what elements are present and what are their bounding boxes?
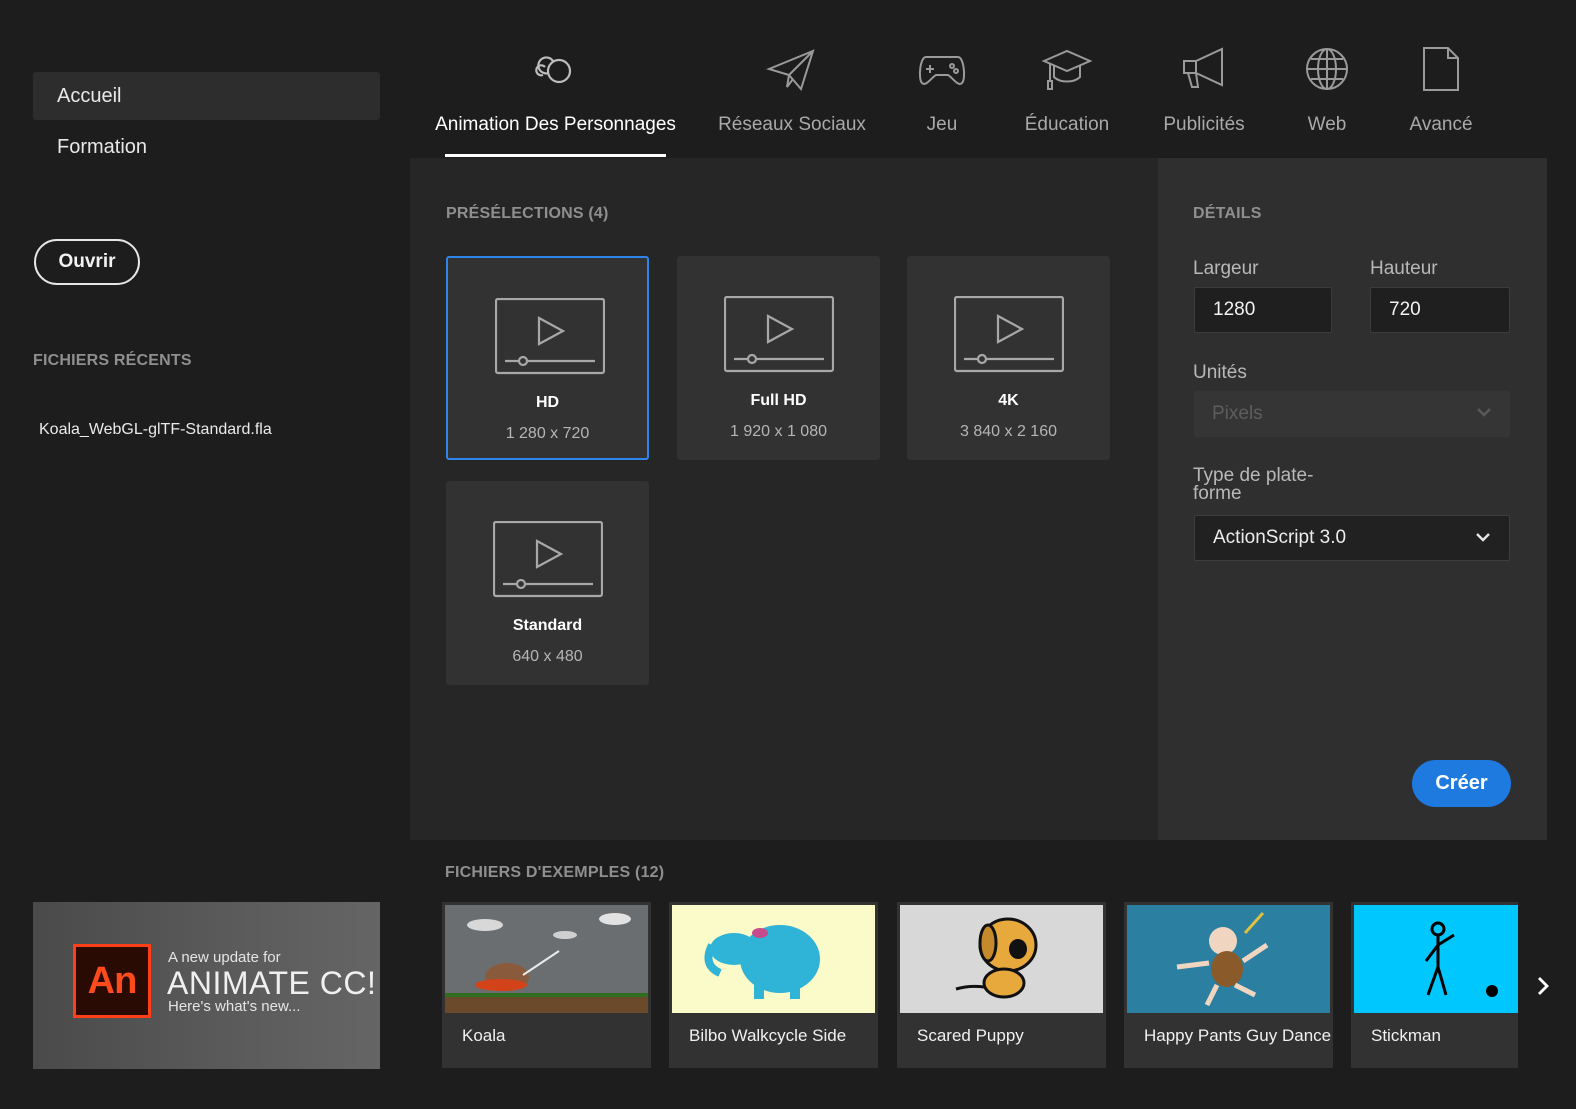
banner-line-2: ANIMATE CC! — [167, 965, 377, 1001]
graduation-cap-icon — [1040, 38, 1094, 100]
sidebar-item-label: Formation — [57, 135, 148, 158]
tab-advanced[interactable]: Avancé — [1405, 38, 1477, 158]
gamepad-icon — [916, 38, 968, 100]
sample-title: Bilbo Walkcycle Side — [689, 1026, 847, 1045]
sample-thumbnail — [1127, 905, 1330, 1013]
banner-line-1: A new update for — [168, 949, 281, 966]
preset-name: HD — [535, 394, 560, 411]
preset-standard[interactable]: Standard 640 x 480 — [446, 481, 649, 685]
create-button-label: Créer — [1435, 772, 1488, 794]
sample-happy-pants-guy[interactable]: Happy Pants Guy Dance — [1124, 902, 1333, 1068]
tab-social[interactable]: Réseaux Sociaux — [718, 38, 866, 158]
preset-name: Full HD — [750, 392, 807, 409]
tab-label: Éducation — [1024, 114, 1110, 135]
tab-label: Web — [1307, 114, 1347, 135]
height-label: Hauteur — [1370, 258, 1438, 279]
sample-title: Koala — [462, 1026, 506, 1045]
presets-heading: PRÉSÉLECTIONS (4) — [446, 205, 609, 222]
tab-label: Publicités — [1163, 114, 1245, 135]
sample-thumbnail — [445, 905, 648, 1013]
tab-label: Jeu — [926, 114, 958, 135]
platform-label-line-2: forme — [1193, 483, 1242, 504]
platform-select[interactable]: ActionScript 3.0 — [1194, 515, 1510, 561]
character-animation-icon — [531, 38, 581, 100]
platform-label: Type de plate- forme — [1193, 466, 1313, 504]
video-preset-icon — [495, 298, 605, 375]
tab-game[interactable]: Jeu — [912, 38, 972, 158]
sample-koala[interactable]: Koala — [442, 902, 651, 1068]
recent-files-heading: FICHIERS RÉCENTS — [33, 352, 192, 369]
recent-file-link[interactable]: Koala_WebGL-glTF-Standard.fla — [39, 421, 272, 439]
chevron-right-icon[interactable] — [1533, 972, 1553, 1000]
platform-value: ActionScript 3.0 — [1213, 527, 1347, 548]
units-select[interactable]: Pixels — [1194, 391, 1510, 437]
tab-character-animation[interactable]: Animation Des Personnages — [435, 38, 676, 158]
width-label: Largeur — [1193, 258, 1259, 279]
sidebar-item-accueil[interactable]: Accueil — [33, 72, 380, 120]
samples-heading: FICHIERS D'EXEMPLES (12) — [445, 864, 665, 881]
tab-label: Avancé — [1409, 114, 1473, 135]
sample-thumbnail — [1354, 905, 1518, 1013]
open-button-label: Ouvrir — [58, 251, 116, 272]
preset-full-hd[interactable]: Full HD 1 920 x 1 080 — [677, 256, 880, 460]
sample-title: Stickman — [1371, 1026, 1441, 1045]
open-button[interactable]: Ouvrir — [34, 239, 140, 285]
width-input[interactable] — [1194, 287, 1332, 333]
animate-logo-text: An — [87, 959, 138, 1002]
document-icon — [1420, 38, 1462, 100]
units-label: Unités — [1193, 362, 1247, 383]
video-preset-icon — [954, 296, 1064, 373]
tab-ads[interactable]: Publicités — [1161, 38, 1247, 158]
sample-stickman[interactable]: Stickman — [1351, 902, 1518, 1068]
preset-4k[interactable]: 4K 3 840 x 2 160 — [907, 256, 1110, 460]
sidebar-item-label: Accueil — [57, 84, 122, 107]
globe-icon — [1303, 38, 1351, 100]
sidebar-item-formation[interactable]: Formation — [33, 123, 380, 171]
tab-web[interactable]: Web — [1297, 38, 1357, 158]
chevron-down-icon — [1476, 533, 1490, 542]
tab-label: Réseaux Sociaux — [718, 114, 866, 135]
chevron-down-icon — [1477, 408, 1491, 417]
sample-scared-puppy[interactable]: Scared Puppy — [897, 902, 1106, 1068]
preset-hd[interactable]: HD 1 280 x 720 — [446, 256, 649, 460]
tab-label: Animation Des Personnages — [435, 114, 676, 135]
megaphone-icon — [1178, 38, 1230, 100]
preset-name: 4K — [998, 392, 1019, 409]
video-preset-icon — [724, 296, 834, 373]
animate-logo: An — [73, 944, 151, 1018]
preset-size: 1 920 x 1 080 — [730, 423, 827, 440]
update-banner[interactable]: An A new update for ANIMATE CC! Here's w… — [33, 902, 380, 1069]
preset-name: Standard — [512, 617, 583, 634]
sample-bilbo-walkcycle[interactable]: Bilbo Walkcycle Side — [669, 902, 878, 1068]
preset-size: 1 280 x 720 — [505, 425, 590, 442]
details-heading: DÉTAILS — [1193, 205, 1262, 222]
paper-plane-icon — [765, 38, 819, 100]
sample-title: Happy Pants Guy Dance — [1144, 1026, 1332, 1045]
units-value: Pixels — [1212, 403, 1263, 424]
sample-title: Scared Puppy — [917, 1026, 1024, 1045]
active-tab-underline — [445, 154, 666, 157]
create-button[interactable]: Créer — [1412, 760, 1511, 807]
preset-size: 3 840 x 2 160 — [960, 423, 1057, 440]
sample-thumbnail — [900, 905, 1103, 1013]
video-preset-icon — [493, 521, 603, 598]
tab-education[interactable]: Éducation — [1022, 38, 1112, 158]
height-input[interactable] — [1370, 287, 1510, 333]
sample-thumbnail — [672, 905, 875, 1013]
banner-line-3: Here's what's new... — [168, 998, 301, 1015]
preset-size: 640 x 480 — [512, 648, 583, 665]
